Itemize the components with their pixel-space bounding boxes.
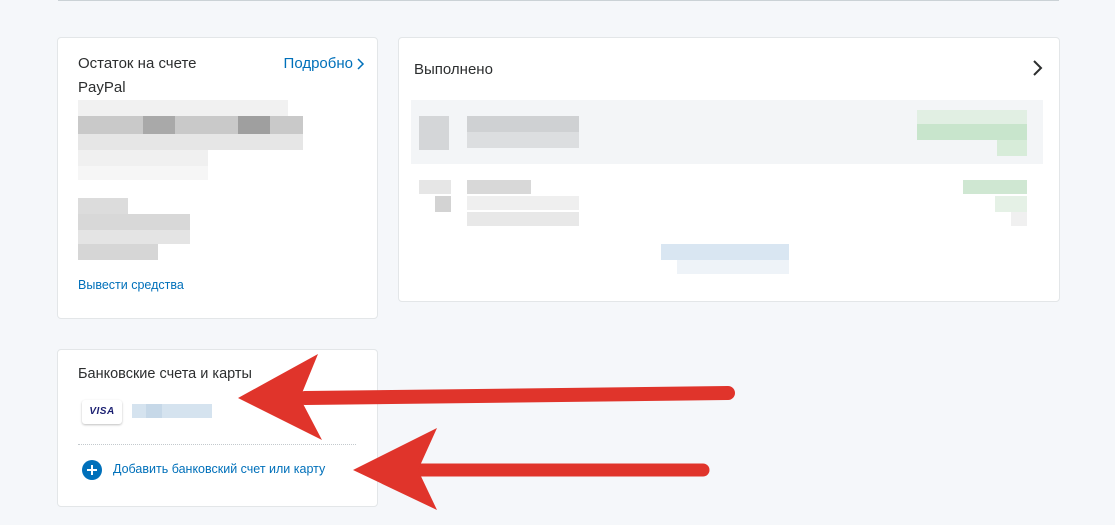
balance-title: Остаток на счете PayPal (78, 55, 197, 96)
banks-and-cards-card: Банковские счета и карты VISA Добавить б… (57, 349, 378, 507)
withdraw-funds-link[interactable]: Вывести средства (78, 278, 184, 292)
redacted-card-number (132, 404, 212, 418)
balance-details-label: Подробно (283, 55, 353, 72)
header-divider (58, 0, 1059, 1)
completed-activity-card: Выполнено (398, 37, 1060, 302)
divider (78, 444, 356, 445)
banks-title: Банковские счета и карты (78, 366, 252, 382)
chevron-right-icon[interactable] (1031, 60, 1045, 76)
activity-title[interactable]: Выполнено (414, 61, 493, 78)
activity-row[interactable] (411, 100, 1043, 164)
paypal-balance-card: Остаток на счете PayPal Подробно Вывести… (57, 37, 378, 319)
arrow-to-add-link (353, 428, 710, 510)
chevron-right-icon (357, 58, 365, 70)
visa-card-icon[interactable]: VISA (82, 400, 122, 424)
add-bank-or-card-label: Добавить банковский счет или карту (113, 462, 326, 476)
plus-circle-icon (82, 460, 102, 480)
balance-details-link[interactable]: Подробно (283, 52, 365, 76)
